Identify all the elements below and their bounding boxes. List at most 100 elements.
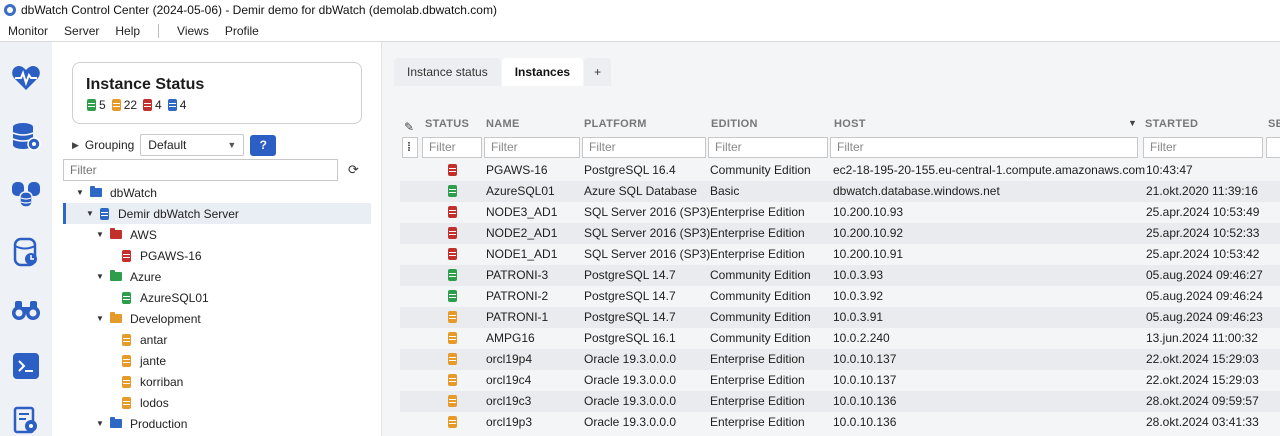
grouping-select[interactable]: Default ▼ [140,134,245,156]
table-row[interactable]: AzureSQL01 Azure SQL Database Basic dbwatch… [400,181,1280,202]
instance-status-icon [448,205,457,218]
tree-filter-input[interactable] [63,159,338,181]
cell-host: 10.200.10.91 [833,247,904,261]
menu-monitor[interactable]: Monitor [0,20,56,42]
tree-node-label: AzureSQL01 [140,290,209,305]
cell-status [448,391,457,412]
tree-collapse-icon[interactable]: ▼ [96,314,110,323]
table-row[interactable]: orcl19p4 Oracle 19.3.0.0.0 Enterprise Edit… [400,349,1280,370]
tree-node-instance[interactable]: lodos [122,392,169,413]
tree-collapse-icon[interactable]: ▼ [76,188,90,197]
row-selector-filter[interactable]: ⁞ [402,137,418,158]
menu-help[interactable]: Help [107,20,148,42]
refresh-icon[interactable]: ⟳ [348,162,359,178]
table-row[interactable]: AMPG16 PostgreSQL 16.1 Community Edition 10… [400,328,1280,349]
platform-filter-input[interactable]: Filter [582,137,706,158]
cell-started: 13.jun.2024 11:00:32 [1146,331,1258,345]
menu-profile[interactable]: Profile [217,20,267,42]
tree-collapse-icon[interactable]: ▼ [96,419,110,428]
grouping-expand-icon[interactable]: ▶ [72,140,79,151]
tree-collapse-icon[interactable]: ▼ [96,230,110,239]
cell-platform: PostgreSQL 14.7 [584,268,676,282]
cell-name: PATRONI-3 [486,268,549,282]
edition-filter-input[interactable]: Filter [708,137,828,158]
window-title: dbWatch Control Center (2024-05-06) - De… [21,3,497,17]
tree-node-instance[interactable]: AzureSQL01 [122,287,209,308]
edit-columns-icon[interactable]: ✎ [404,120,414,138]
cell-host: 10.0.10.137 [833,352,897,366]
table-row[interactable]: PATRONI-2 PostgreSQL 14.7 Community Editio… [400,286,1280,307]
tree-collapse-icon[interactable]: ▼ [96,272,110,281]
tree-node-group-aws[interactable]: ▼ AWS [96,224,157,245]
column-header-status[interactable]: STATUS [425,118,469,136]
name-filter-input[interactable]: Filter [484,137,580,158]
cell-status [448,370,457,391]
table-row[interactable]: NODE1_AD1 SQL Server 2016 (SP3) Enterprise… [400,244,1280,265]
tree-node-root[interactable]: ▼ dbWatch [76,182,157,203]
tree-node-instance[interactable]: jante [122,350,166,371]
help-button[interactable]: ? [250,134,277,156]
tree-node-label: lodos [140,395,169,410]
terminal-icon[interactable] [10,350,42,382]
table-row[interactable]: orcl19c3 Oracle 19.3.0.0.0 Enterprise Edit… [400,391,1280,412]
menu-server[interactable]: Server [56,20,107,42]
status-filter-input[interactable]: Filter [422,137,482,158]
cell-status [448,265,457,286]
tree-node-group-development[interactable]: ▼ Development [96,308,201,329]
cell-name: AzureSQL01 [486,184,555,198]
table-row[interactable]: orcl19p3 Oracle 19.3.0.0.0 Enterprise Edit… [400,412,1280,433]
table-row[interactable]: PATRONI-3 PostgreSQL 14.7 Community Editio… [400,265,1280,286]
cell-status [448,412,457,433]
tree-node-group-azure[interactable]: ▼ Azure [96,266,161,287]
table-row[interactable]: PGAWS-16 PostgreSQL 16.4 Community Edition… [400,160,1280,181]
cell-platform: Oracle 19.3.0.0.0 [584,394,677,408]
tree-node-instance[interactable]: antar [122,329,167,350]
report-settings-icon[interactable] [10,404,42,436]
sort-desc-icon[interactable]: ▼ [1128,118,1137,136]
se-filter-input[interactable] [1266,137,1280,158]
started-filter-input[interactable]: Filter [1143,137,1263,158]
cell-status [448,349,457,370]
column-header-platform[interactable]: PLATFORM [584,118,647,136]
column-header-name[interactable]: NAME [486,118,520,136]
tree-node-instance[interactable]: PGAWS-16 [122,245,202,266]
binoculars-icon[interactable] [10,294,42,326]
column-header-started[interactable]: STARTED [1145,118,1198,136]
table-row[interactable]: PATRONI-1 PostgreSQL 14.7 Community Editio… [400,307,1280,328]
cell-platform: Oracle 19.3.0.0.0 [584,373,677,387]
status-alarm-icon [143,99,153,111]
table-row[interactable]: NODE3_AD1 SQL Server 2016 (SP3) Enterprise… [400,202,1280,223]
folder-icon [110,417,122,428]
cell-started: 10:43:47 [1146,163,1193,177]
cell-edition: Basic [710,184,740,198]
host-filter-input[interactable]: Filter [830,137,1138,158]
tree-node-instance[interactable]: korriban [122,371,183,392]
table-row[interactable]: orcl19c4 Oracle 19.3.0.0.0 Enterprise Edit… [400,370,1280,391]
cell-name: NODE1_AD1 [486,247,558,261]
tab-instances[interactable]: Instances [501,58,584,86]
add-tab-button[interactable]: + [584,58,612,86]
cell-edition: Enterprise Edition [710,226,805,240]
instance-status-icon [448,352,457,365]
instance-status-counts: 5 22 4 4 [87,98,192,112]
instance-status-card[interactable]: Instance Status 5 22 4 4 [72,62,362,124]
tree-node-group-production[interactable]: ▼ Production [96,413,187,434]
column-header-se[interactable]: SE [1268,118,1280,136]
tree-node-server[interactable]: ▼ Demir dbWatch Server [63,203,371,224]
cell-name: orcl19p3 [486,415,533,429]
tree-collapse-icon[interactable]: ▼ [86,209,100,218]
cell-host: 10.200.10.92 [833,226,904,240]
database-settings-icon[interactable] [10,120,42,152]
database-stack-icon[interactable] [10,178,42,210]
tab-instance-status[interactable]: Instance status [394,58,501,86]
cell-name: PATRONI-1 [486,310,549,324]
column-header-host[interactable]: HOST [834,118,866,136]
database-report-icon[interactable] [10,236,42,268]
cell-edition: Enterprise Edition [710,247,805,261]
table-row[interactable]: NODE2_AD1 SQL Server 2016 (SP3) Enterprise… [400,223,1280,244]
column-header-edition[interactable]: EDITION [711,118,758,136]
server-icon [100,207,109,220]
tree-node-label: antar [140,332,168,347]
menu-views[interactable]: Views [169,20,217,42]
heartbeat-icon[interactable] [10,62,42,94]
